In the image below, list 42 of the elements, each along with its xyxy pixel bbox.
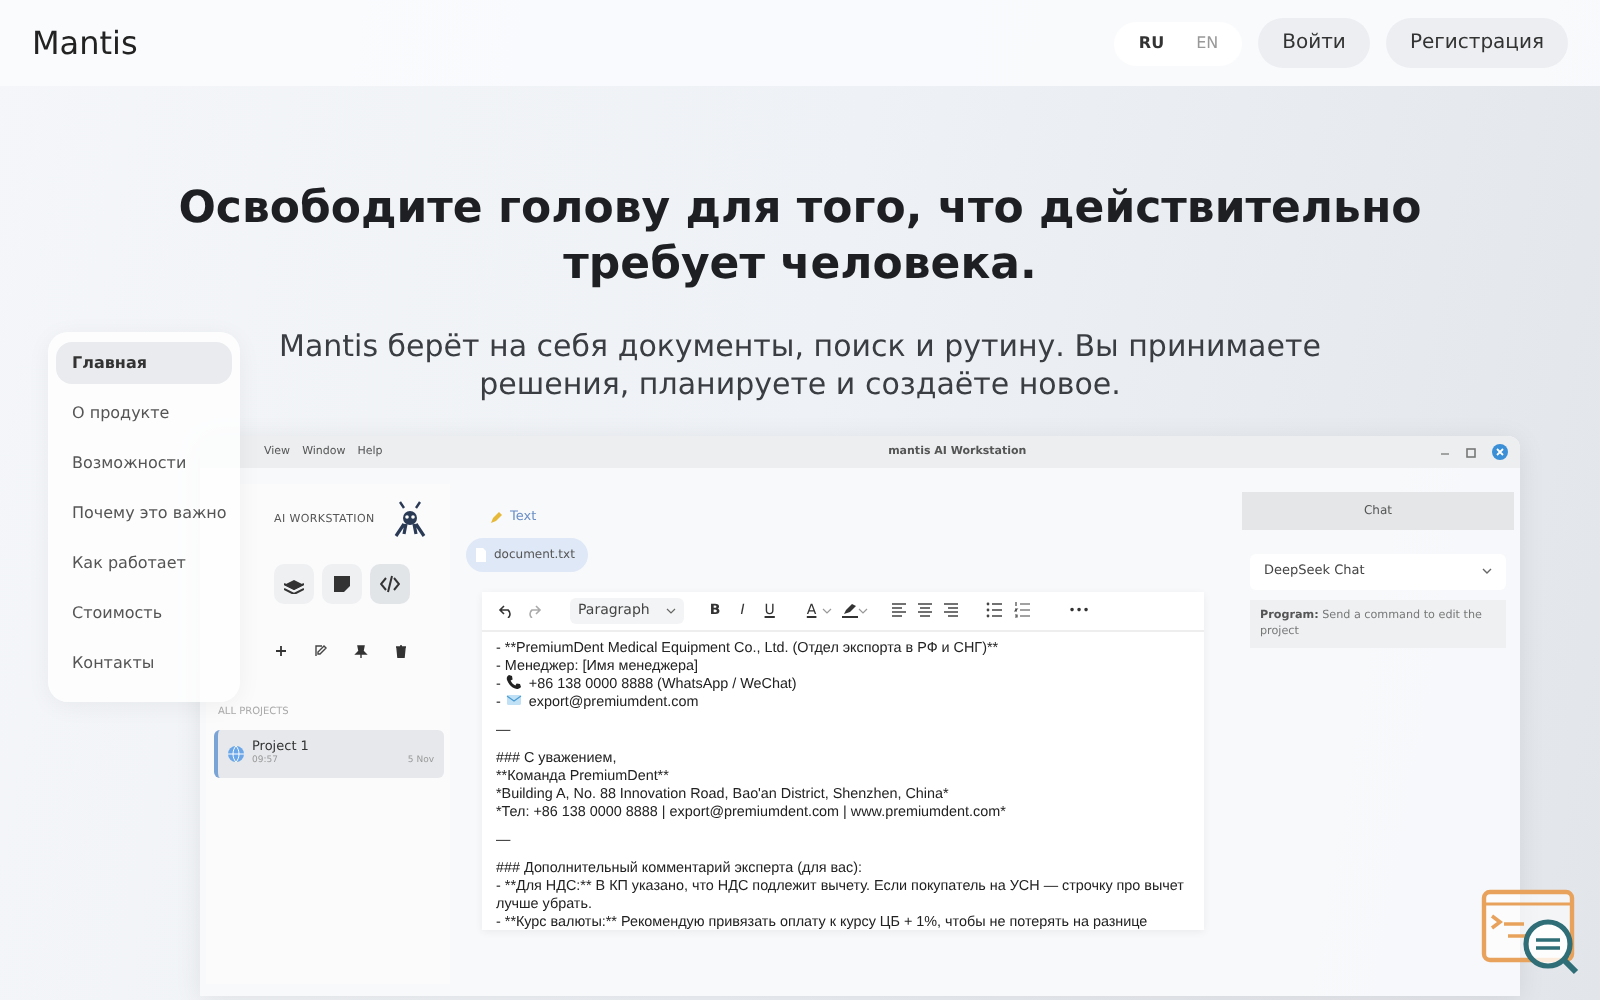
logo-text[interactable]: Mantis <box>32 19 138 67</box>
register-button[interactable]: Регистрация <box>1385 18 1568 68</box>
pin-icon[interactable] <box>354 644 368 658</box>
caret-icon <box>858 607 869 614</box>
pencil-icon <box>490 511 502 524</box>
caret-icon <box>665 607 676 614</box>
hero-subtitle: Mantis берёт на себя документы, поиск и рутину. Вы принимаете решения, планируете и создаёте новое. <box>277 328 1323 404</box>
caret-icon <box>822 607 833 614</box>
align-right-icon[interactable] <box>944 602 959 619</box>
numbered-list-icon[interactable] <box>1014 602 1031 619</box>
nav-item[interactable]: Контакты <box>56 642 232 684</box>
undo-icon[interactable] <box>498 603 514 618</box>
code-icon <box>380 574 400 594</box>
note-icon <box>332 574 352 594</box>
maximize-icon[interactable] <box>1466 447 1476 457</box>
close-icon[interactable] <box>1492 444 1508 460</box>
hero-title: Освободите голову для того, что действительно требует человека. <box>176 182 1424 294</box>
language-toggle[interactable]: RU <box>1122 25 1181 61</box>
nav-item[interactable]: Как работает <box>56 542 232 584</box>
edit-icon[interactable] <box>314 644 328 658</box>
nav-item[interactable]: Почему это важно <box>56 492 232 534</box>
bullet-list-icon[interactable] <box>986 602 1003 619</box>
login-button[interactable]: Войти <box>1258 18 1370 68</box>
nav-item[interactable]: Главная <box>56 342 232 384</box>
plus-icon[interactable] <box>274 644 288 658</box>
tool-button[interactable] <box>274 564 314 604</box>
globe-icon <box>228 745 244 762</box>
layers-icon <box>284 574 304 594</box>
align-left-icon[interactable] <box>892 602 907 619</box>
tool-button[interactable] <box>370 564 410 604</box>
highlighter-icon[interactable] <box>842 602 859 619</box>
nav-item[interactable]: Стоимость <box>56 592 232 634</box>
caret-icon <box>1482 568 1492 575</box>
envelope-icon <box>506 692 523 709</box>
ant-logo-icon <box>390 500 430 540</box>
align-center-icon[interactable] <box>918 602 933 619</box>
nav-item[interactable]: О продукте <box>56 392 232 434</box>
phone-icon <box>506 674 523 691</box>
trash-icon[interactable] <box>394 644 408 658</box>
file-icon <box>476 547 486 562</box>
tool-button[interactable] <box>322 564 362 604</box>
nav-item[interactable]: Возможности <box>56 442 232 484</box>
